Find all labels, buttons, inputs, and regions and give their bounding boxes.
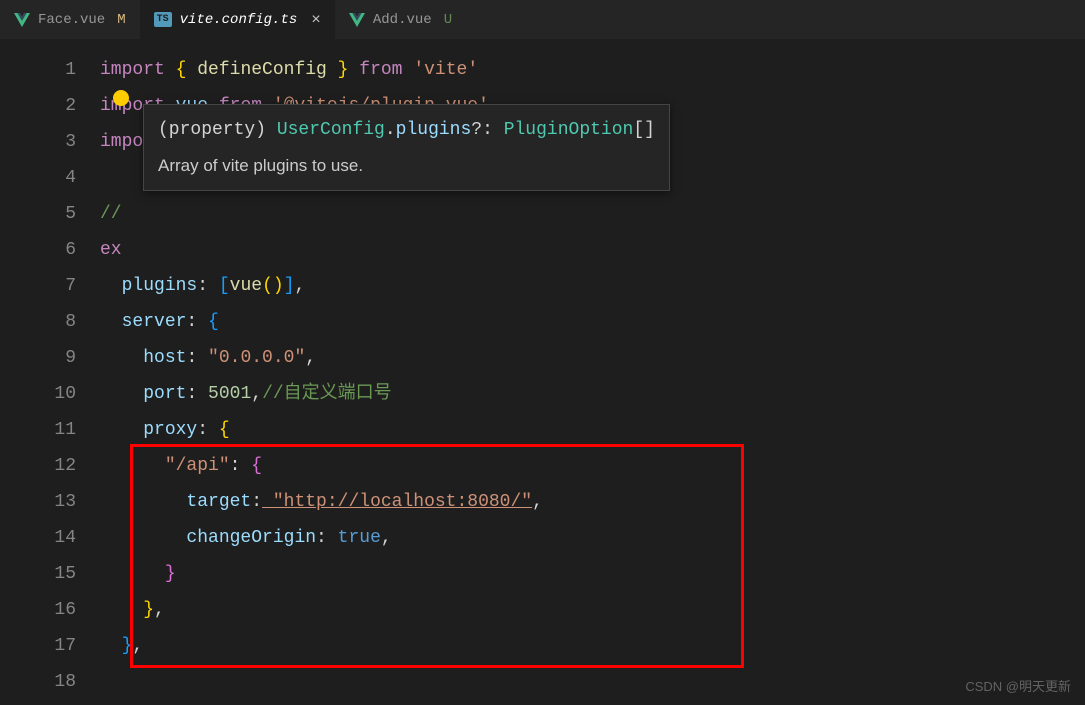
vue-icon bbox=[349, 13, 365, 27]
hover-tooltip: (property) UserConfig.plugins?: PluginOp… bbox=[143, 104, 670, 191]
close-icon[interactable]: × bbox=[311, 11, 321, 29]
tab-label: vite.config.ts bbox=[180, 12, 298, 28]
line-number: 10 bbox=[0, 376, 100, 412]
line-number: 17 bbox=[0, 628, 100, 664]
tab-bar: Face.vue M TS vite.config.ts × Add.vue U bbox=[0, 0, 1085, 40]
vue-icon bbox=[14, 13, 30, 27]
code-line: "/api": { bbox=[100, 448, 1085, 484]
line-number: 7 bbox=[0, 268, 100, 304]
code-line: target: "http://localhost:8080/", bbox=[100, 484, 1085, 520]
line-number: 1 bbox=[0, 52, 100, 88]
code-line: proxy: { bbox=[100, 412, 1085, 448]
watermark: CSDN @明天更新 bbox=[965, 676, 1071, 695]
tab-vite-config[interactable]: TS vite.config.ts × bbox=[140, 0, 335, 39]
line-gutter: 1 2 3 4 5 6 7 8 9 10 11 12 13 14 15 16 1… bbox=[0, 40, 100, 705]
line-number: 5 bbox=[0, 196, 100, 232]
code-line: ex bbox=[100, 232, 1085, 268]
tab-label: Face.vue bbox=[38, 12, 105, 28]
line-number: 14 bbox=[0, 520, 100, 556]
tab-status: M bbox=[117, 12, 125, 28]
tooltip-description: Array of vite plugins to use. bbox=[158, 152, 655, 181]
code-line: host: "0.0.0.0", bbox=[100, 340, 1085, 376]
code-line: server: { bbox=[100, 304, 1085, 340]
code-line: }, bbox=[100, 592, 1085, 628]
line-number: 13 bbox=[0, 484, 100, 520]
line-number: 4 bbox=[0, 160, 100, 196]
code-line: plugins: [vue()], bbox=[100, 268, 1085, 304]
tooltip-signature: (property) UserConfig.plugins?: PluginOp… bbox=[158, 115, 655, 146]
tab-label: Add.vue bbox=[373, 12, 432, 28]
code-line bbox=[100, 664, 1085, 700]
ts-icon: TS bbox=[154, 12, 172, 27]
tab-add-vue[interactable]: Add.vue U bbox=[335, 0, 466, 39]
line-number: 11 bbox=[0, 412, 100, 448]
code-line: } bbox=[100, 556, 1085, 592]
line-number: 18 bbox=[0, 664, 100, 700]
code-line: import { defineConfig } from 'vite' bbox=[100, 52, 1085, 88]
line-number: 16 bbox=[0, 592, 100, 628]
line-number: 8 bbox=[0, 304, 100, 340]
line-number: 2 bbox=[0, 88, 100, 124]
lightbulb-icon[interactable] bbox=[113, 90, 129, 106]
code-line: port: 5001,//自定义端口号 bbox=[100, 376, 1085, 412]
tab-status: U bbox=[444, 12, 452, 28]
line-number: 12 bbox=[0, 448, 100, 484]
line-number: 6 bbox=[0, 232, 100, 268]
code-line: changeOrigin: true, bbox=[100, 520, 1085, 556]
code-line: // bbox=[100, 196, 1085, 232]
line-number: 9 bbox=[0, 340, 100, 376]
code-line: }, bbox=[100, 628, 1085, 664]
line-number: 3 bbox=[0, 124, 100, 160]
line-number: 15 bbox=[0, 556, 100, 592]
tab-face-vue[interactable]: Face.vue M bbox=[0, 0, 140, 39]
editor: 1 2 3 4 5 6 7 8 9 10 11 12 13 14 15 16 1… bbox=[0, 40, 1085, 705]
